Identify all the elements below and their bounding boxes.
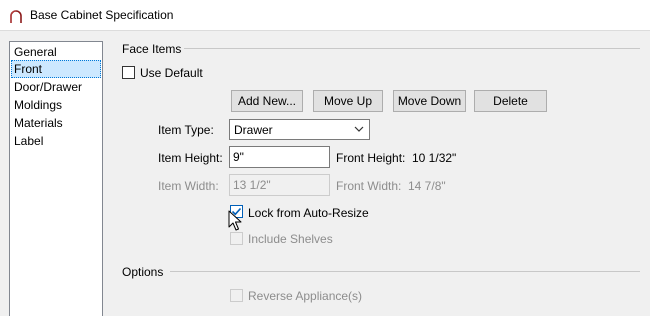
include-shelves-checkbox xyxy=(230,232,243,245)
category-item-door-drawer[interactable]: Door/Drawer xyxy=(11,78,101,96)
item-type-label: Item Type: xyxy=(158,123,214,137)
face-items-divider xyxy=(184,48,640,49)
item-height-input[interactable] xyxy=(229,146,330,168)
move-up-button[interactable]: Move Up xyxy=(313,90,383,112)
options-divider xyxy=(170,271,640,272)
item-type-select[interactable]: Drawer xyxy=(229,119,370,140)
category-item-general[interactable]: General xyxy=(11,43,101,61)
chevron-down-icon xyxy=(354,126,364,132)
title-bar: Base Cabinet Specification xyxy=(0,0,650,31)
use-default-checkbox[interactable] xyxy=(122,66,135,79)
reverse-appliances-label: Reverse Appliance(s) xyxy=(248,289,363,303)
reverse-appliances-checkbox xyxy=(230,289,243,302)
front-width-label: Front Width: xyxy=(336,179,402,193)
category-item-label[interactable]: Label xyxy=(11,132,101,150)
lock-auto-resize-label[interactable]: Lock from Auto-Resize xyxy=(248,206,369,220)
face-items-group-label: Face Items xyxy=(122,42,182,56)
category-item-moldings[interactable]: Moldings xyxy=(11,96,101,114)
category-list[interactable]: General Front Door/Drawer Moldings Mater… xyxy=(9,41,103,316)
delete-button[interactable]: Delete xyxy=(474,90,547,112)
item-type-value: Drawer xyxy=(234,123,273,137)
mouse-pointer-icon xyxy=(228,210,242,231)
front-width-value: 14 7/8" xyxy=(408,179,446,193)
category-item-materials[interactable]: Materials xyxy=(11,114,101,132)
item-height-label: Item Height: xyxy=(158,151,223,165)
include-shelves-label: Include Shelves xyxy=(248,232,333,246)
cabinet-arch-icon xyxy=(10,10,22,23)
item-width-label: Item Width: xyxy=(158,179,219,193)
category-item-front[interactable]: Front xyxy=(11,60,101,78)
move-down-button[interactable]: Move Down xyxy=(393,90,466,112)
item-width-input xyxy=(229,174,330,196)
use-default-label[interactable]: Use Default xyxy=(140,66,203,80)
add-new-button[interactable]: Add New... xyxy=(231,90,303,112)
front-height-label: Front Height: xyxy=(336,151,406,165)
window-title: Base Cabinet Specification xyxy=(30,8,174,22)
options-group-label: Options xyxy=(122,265,164,279)
front-height-value: 10 1/32" xyxy=(412,151,457,165)
